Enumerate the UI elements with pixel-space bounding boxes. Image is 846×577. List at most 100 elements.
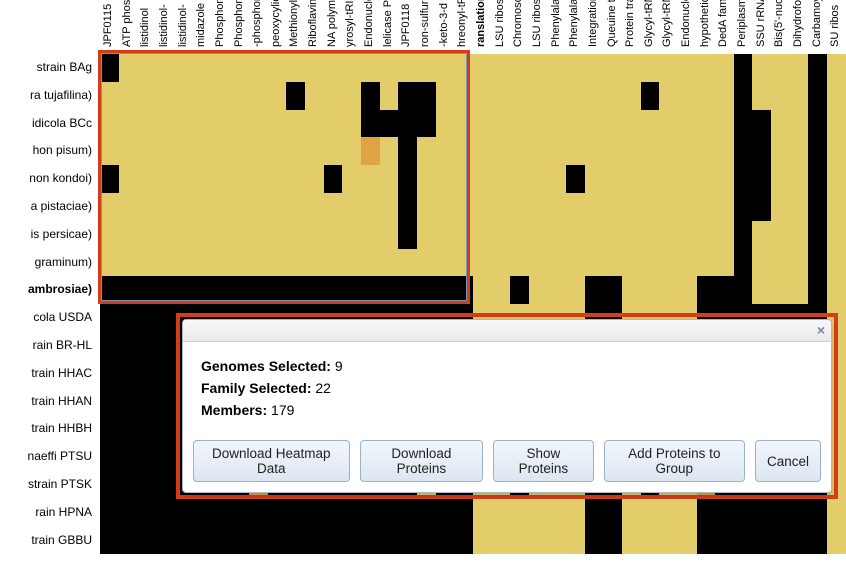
heatmap-cell[interactable] [566, 249, 585, 277]
heatmap-cell[interactable] [678, 249, 697, 277]
heatmap-cell[interactable] [100, 82, 119, 110]
heatmap-cell[interactable] [697, 193, 716, 221]
heatmap-cell[interactable] [715, 165, 734, 193]
heatmap-cell[interactable] [119, 165, 138, 193]
heatmap-cell[interactable] [566, 527, 585, 555]
heatmap-cell[interactable] [212, 249, 231, 277]
heatmap-cell[interactable] [622, 82, 641, 110]
heatmap-cell[interactable] [137, 82, 156, 110]
heatmap-cell[interactable] [100, 499, 119, 527]
heatmap-cell[interactable] [156, 54, 175, 82]
heatmap-cell[interactable] [175, 221, 194, 249]
heatmap-cell[interactable] [659, 137, 678, 165]
heatmap-cell[interactable] [137, 221, 156, 249]
heatmap-cell[interactable] [510, 54, 529, 82]
heatmap-cell[interactable] [510, 137, 529, 165]
heatmap-cell[interactable] [622, 499, 641, 527]
heatmap-cell[interactable] [827, 165, 846, 193]
heatmap-cell[interactable] [417, 193, 436, 221]
heatmap-cell[interactable] [119, 249, 138, 277]
heatmap-cell[interactable] [249, 527, 268, 555]
heatmap-cell[interactable] [491, 137, 510, 165]
heatmap-cell[interactable] [491, 276, 510, 304]
heatmap-cell[interactable] [175, 165, 194, 193]
heatmap-cell[interactable] [678, 165, 697, 193]
heatmap-cell[interactable] [137, 527, 156, 555]
heatmap-cell[interactable] [547, 499, 566, 527]
heatmap-cell[interactable] [417, 137, 436, 165]
heatmap-cell[interactable] [268, 249, 287, 277]
heatmap-cell[interactable] [585, 249, 604, 277]
heatmap-cell[interactable] [436, 165, 455, 193]
heatmap-cell[interactable] [100, 165, 119, 193]
heatmap-cell[interactable] [790, 249, 809, 277]
heatmap-cell[interactable] [473, 110, 492, 138]
heatmap-cell[interactable] [100, 415, 119, 443]
heatmap-cell[interactable] [212, 137, 231, 165]
heatmap-cell[interactable] [119, 304, 138, 332]
heatmap-cell[interactable] [585, 193, 604, 221]
heatmap-cell[interactable] [529, 193, 548, 221]
heatmap-cell[interactable] [529, 249, 548, 277]
heatmap-cell[interactable] [305, 110, 324, 138]
heatmap-cell[interactable] [734, 276, 753, 304]
heatmap-cell[interactable] [342, 82, 361, 110]
heatmap-cell[interactable] [827, 221, 846, 249]
heatmap-cell[interactable] [380, 221, 399, 249]
heatmap-cell[interactable] [417, 165, 436, 193]
heatmap-cell[interactable] [790, 82, 809, 110]
heatmap-cell[interactable] [752, 54, 771, 82]
heatmap-cell[interactable] [808, 110, 827, 138]
heatmap-cell[interactable] [212, 82, 231, 110]
heatmap-cell[interactable] [175, 527, 194, 555]
heatmap-cell[interactable] [603, 82, 622, 110]
heatmap-cell[interactable] [715, 249, 734, 277]
heatmap-cell[interactable] [734, 54, 753, 82]
heatmap-cell[interactable] [212, 193, 231, 221]
heatmap-cell[interactable] [715, 221, 734, 249]
heatmap-cell[interactable] [119, 137, 138, 165]
heatmap-cell[interactable] [697, 276, 716, 304]
heatmap-cell[interactable] [193, 499, 212, 527]
heatmap-cell[interactable] [547, 193, 566, 221]
heatmap-cell[interactable] [175, 276, 194, 304]
heatmap-cell[interactable] [380, 249, 399, 277]
heatmap-cell[interactable] [715, 499, 734, 527]
heatmap-cell[interactable] [230, 110, 249, 138]
heatmap-cell[interactable] [342, 193, 361, 221]
heatmap-cell[interactable] [771, 221, 790, 249]
heatmap-cell[interactable] [230, 137, 249, 165]
heatmap-cell[interactable] [454, 527, 473, 555]
heatmap-cell[interactable] [417, 499, 436, 527]
heatmap-cell[interactable] [454, 499, 473, 527]
heatmap-cell[interactable] [659, 82, 678, 110]
heatmap-cell[interactable] [156, 388, 175, 416]
heatmap-cell[interactable] [137, 54, 156, 82]
heatmap-cell[interactable] [361, 249, 380, 277]
heatmap-cell[interactable] [305, 54, 324, 82]
heatmap-cell[interactable] [790, 221, 809, 249]
heatmap-cell[interactable] [752, 110, 771, 138]
heatmap-cell[interactable] [137, 443, 156, 471]
heatmap-cell[interactable] [566, 165, 585, 193]
heatmap-cell[interactable] [100, 110, 119, 138]
heatmap-cell[interactable] [119, 388, 138, 416]
heatmap-cell[interactable] [529, 110, 548, 138]
heatmap-cell[interactable] [771, 137, 790, 165]
heatmap-cell[interactable] [324, 165, 343, 193]
heatmap-cell[interactable] [156, 527, 175, 555]
heatmap-cell[interactable] [119, 221, 138, 249]
heatmap-cell[interactable] [230, 165, 249, 193]
heatmap-cell[interactable] [808, 54, 827, 82]
heatmap-cell[interactable] [268, 137, 287, 165]
heatmap-cell[interactable] [342, 499, 361, 527]
heatmap-cell[interactable] [249, 276, 268, 304]
heatmap-cell[interactable] [734, 82, 753, 110]
heatmap-cell[interactable] [790, 165, 809, 193]
heatmap-cell[interactable] [603, 499, 622, 527]
heatmap-cell[interactable] [268, 54, 287, 82]
heatmap-cell[interactable] [436, 221, 455, 249]
heatmap-cell[interactable] [491, 499, 510, 527]
heatmap-cell[interactable] [286, 221, 305, 249]
heatmap-cell[interactable] [808, 165, 827, 193]
